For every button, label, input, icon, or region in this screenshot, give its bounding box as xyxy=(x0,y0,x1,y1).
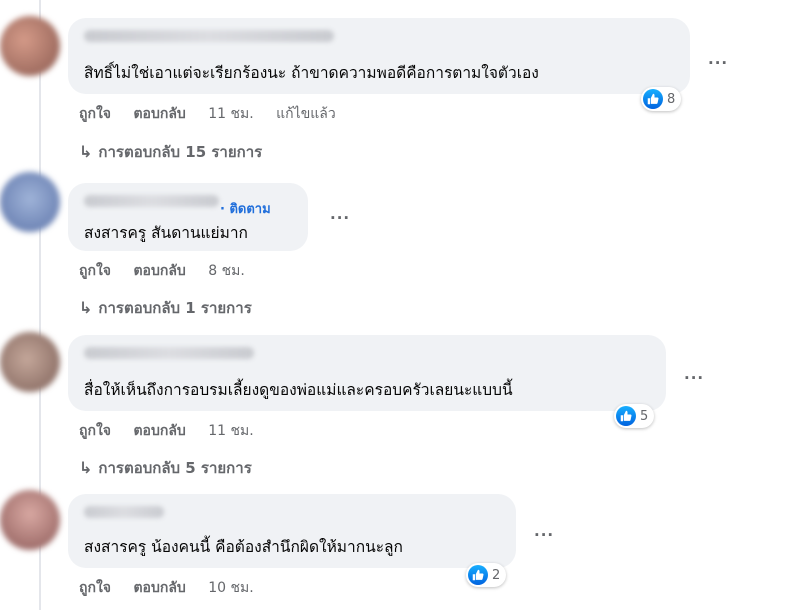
avatar[interactable] xyxy=(0,490,60,550)
comment-text: สงสารครู สันดานแย่มาก xyxy=(84,224,248,242)
follow-button[interactable]: · ติดตาม xyxy=(220,198,271,219)
comment-text: สิทธิ์ไม่ใช่เอาแต่จะเรียกร้องนะ ถ้าขาดคว… xyxy=(84,64,539,82)
comment-bubble: สงสารครู น้องคนนี้ คือต้องสำนึกผิดให้มาก… xyxy=(68,494,516,568)
reply-button[interactable]: ตอบกลับ xyxy=(133,263,185,279)
commenter-name[interactable] xyxy=(84,506,164,518)
comment-actions: ถูกใจ ตอบกลับ 10 ชม. xyxy=(79,577,272,599)
avatar[interactable] xyxy=(0,16,60,76)
comment-bubble: สื่อให้เห็นถึงการอบรมเลี้ยงดูของพ่อแม่แล… xyxy=(68,335,666,411)
view-replies-button[interactable]: ↳ การตอบกลับ 5 รายการ xyxy=(79,456,252,480)
comment-text: สงสารครู น้องคนนี้ คือต้องสำนึกผิดให้มาก… xyxy=(84,538,403,556)
reply-button[interactable]: ตอบกลับ xyxy=(133,106,185,122)
timestamp[interactable]: 8 ชม. xyxy=(208,263,245,279)
reaction-summary[interactable]: 8 xyxy=(641,87,682,111)
more-options-button[interactable]: ... xyxy=(330,205,350,223)
avatar[interactable] xyxy=(0,332,60,392)
reaction-summary[interactable]: 2 xyxy=(466,563,507,587)
timestamp[interactable]: 11 ชม. xyxy=(208,423,253,439)
like-button[interactable]: ถูกใจ xyxy=(79,263,111,279)
avatar[interactable] xyxy=(0,172,60,232)
reply-arrow-icon: ↳ xyxy=(79,142,93,161)
like-button[interactable]: ถูกใจ xyxy=(79,580,111,596)
thumbs-up-icon xyxy=(616,406,636,426)
more-options-button[interactable]: ... xyxy=(534,522,554,540)
reaction-count: 2 xyxy=(492,567,501,583)
thumbs-up-icon xyxy=(643,89,663,109)
reply-button[interactable]: ตอบกลับ xyxy=(133,580,185,596)
reply-arrow-icon: ↳ xyxy=(79,298,93,317)
view-replies-button[interactable]: ↳ การตอบกลับ 15 รายการ xyxy=(79,140,262,164)
comment-bubble: สิทธิ์ไม่ใช่เอาแต่จะเรียกร้องนะ ถ้าขาดคว… xyxy=(68,18,690,94)
commenter-name[interactable] xyxy=(84,347,254,359)
timestamp[interactable]: 11 ชม. xyxy=(208,106,253,122)
replies-label: การตอบกลับ 15 รายการ xyxy=(98,143,263,161)
comment-actions: ถูกใจ ตอบกลับ 11 ชม. xyxy=(79,420,272,442)
view-replies-button[interactable]: ↳ การตอบกลับ 1 รายการ xyxy=(79,296,252,320)
comment-bubble: · ติดตาม สงสารครู สันดานแย่มาก xyxy=(68,183,308,251)
timestamp[interactable]: 10 ชม. xyxy=(208,580,253,596)
comment-text: สื่อให้เห็นถึงการอบรมเลี้ยงดูของพ่อแม่แล… xyxy=(84,381,513,399)
reply-arrow-icon: ↳ xyxy=(79,458,93,477)
reaction-count: 5 xyxy=(640,408,649,424)
reaction-count: 8 xyxy=(667,91,676,107)
like-button[interactable]: ถูกใจ xyxy=(79,423,111,439)
more-options-button[interactable]: ... xyxy=(708,50,728,68)
replies-label: การตอบกลับ 1 รายการ xyxy=(98,299,252,317)
commenter-name[interactable] xyxy=(84,195,219,207)
like-button[interactable]: ถูกใจ xyxy=(79,106,111,122)
reaction-summary[interactable]: 5 xyxy=(614,404,655,428)
edited-label[interactable]: แก้ไขแล้ว xyxy=(276,106,336,122)
comment-actions: ถูกใจ ตอบกลับ 8 ชม. xyxy=(79,260,263,282)
more-options-button[interactable]: ... xyxy=(684,365,704,383)
replies-label: การตอบกลับ 5 รายการ xyxy=(98,459,252,477)
thumbs-up-icon xyxy=(468,565,488,585)
commenter-name[interactable] xyxy=(84,30,334,42)
comment-actions: ถูกใจ ตอบกลับ 11 ชม. แก้ไขแล้ว xyxy=(79,103,354,125)
reply-button[interactable]: ตอบกลับ xyxy=(133,423,185,439)
